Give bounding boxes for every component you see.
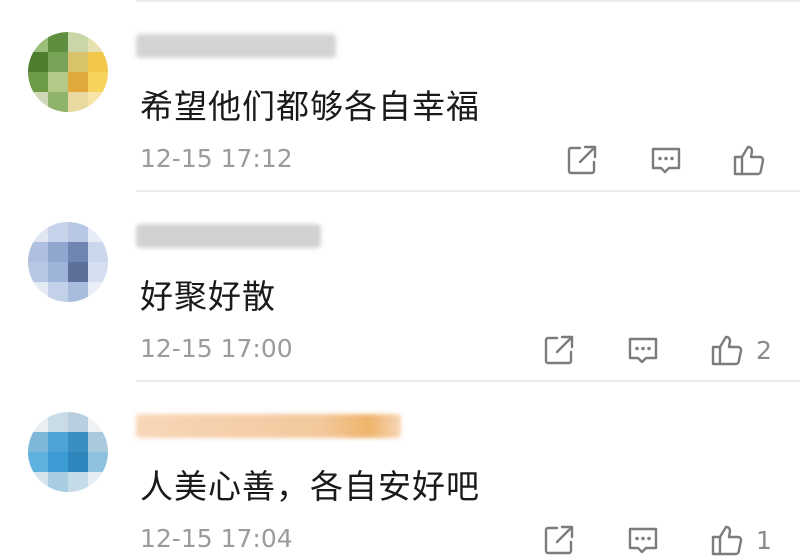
avatar-mosaic-block	[28, 92, 48, 112]
comment-time: 12-15 17:04	[140, 524, 293, 553]
comment-icon	[651, 147, 681, 174]
avatar-mosaic-block	[48, 72, 68, 92]
avatar-mosaic-block	[68, 262, 88, 282]
avatar-mosaic-block	[68, 32, 88, 52]
avatar-mosaic-block	[48, 432, 68, 452]
avatar-mosaic-block	[68, 282, 88, 302]
avatar-mosaic-block	[28, 282, 48, 302]
avatar-mosaic-block	[68, 72, 88, 92]
top-divider	[136, 0, 800, 2]
avatar-mosaic-block	[48, 412, 68, 432]
thumbs-up-icon	[711, 335, 743, 366]
avatar-mosaic-block	[28, 242, 48, 262]
avatar-mosaic-block	[88, 262, 108, 282]
like-count: 2	[756, 335, 772, 365]
avatar-mosaic-block	[68, 222, 88, 242]
avatar-mosaic-block	[88, 282, 108, 302]
avatar-mosaic-block	[28, 32, 48, 52]
share-icon	[567, 145, 597, 175]
avatar-mosaic-block	[68, 92, 88, 112]
comment-divider	[136, 190, 800, 192]
thumbs-up-icon	[733, 145, 765, 176]
username-blurred[interactable]	[136, 224, 321, 248]
avatar-mosaic-block	[48, 242, 68, 262]
comment-text: 人美心善，各自安好吧	[140, 467, 480, 506]
avatar-mosaic-block	[48, 92, 68, 112]
like-button[interactable]: 2	[708, 330, 772, 370]
reply-button[interactable]	[647, 140, 685, 180]
avatar-mosaic-block	[88, 432, 108, 452]
thumbs-up-icon	[711, 525, 743, 556]
share-icon	[544, 525, 574, 555]
avatar[interactable]	[28, 412, 108, 492]
avatar-mosaic-block	[68, 452, 88, 472]
avatar-mosaic-block	[28, 472, 48, 492]
username-blurred[interactable]	[136, 34, 336, 58]
avatar-mosaic-block	[88, 242, 108, 262]
reply-button[interactable]	[624, 330, 662, 370]
avatar-mosaic-block	[68, 52, 88, 72]
avatar-mosaic-block	[48, 472, 68, 492]
avatar[interactable]	[28, 32, 108, 112]
avatar-mosaic-block	[88, 32, 108, 52]
avatar-mosaic-block	[88, 472, 108, 492]
avatar-mosaic-block	[28, 222, 48, 242]
like-button[interactable]	[730, 140, 778, 180]
avatar-mosaic-block	[88, 72, 108, 92]
avatar-mosaic-block	[28, 412, 48, 432]
avatar-mosaic-block	[48, 282, 68, 302]
avatar-mosaic-block	[48, 32, 68, 52]
comment-text: 好聚好散	[140, 277, 276, 316]
avatar-mosaic-block	[48, 262, 68, 282]
comment-divider	[136, 380, 800, 382]
username-blurred[interactable]	[136, 414, 401, 438]
comment-icon	[628, 527, 658, 554]
avatar-mosaic-block	[88, 222, 108, 242]
avatar-mosaic-block	[28, 452, 48, 472]
comment-time: 12-15 17:12	[140, 144, 293, 173]
avatar-mosaic-block	[48, 52, 68, 72]
avatar-mosaic-block	[88, 52, 108, 72]
comment-text: 希望他们都够各自幸福	[140, 87, 480, 126]
reply-button[interactable]	[624, 520, 662, 559]
comment-item: 好聚好散 12-15 17:00 2	[0, 194, 800, 384]
comment-item: 人美心善，各自安好吧 12-15 17:04 1	[0, 384, 800, 559]
avatar-mosaic-block	[88, 92, 108, 112]
comment-list: 希望他们都够各自幸福 12-15 17:12 好聚好散 12-15 17:00 …	[0, 0, 800, 559]
share-button[interactable]	[540, 520, 578, 559]
share-icon	[544, 335, 574, 365]
avatar-mosaic-block	[48, 222, 68, 242]
comment-item: 希望他们都够各自幸福 12-15 17:12	[0, 4, 800, 194]
like-button[interactable]: 1	[708, 520, 772, 559]
avatar-mosaic-block	[88, 452, 108, 472]
avatar-mosaic-block	[28, 72, 48, 92]
avatar-mosaic-block	[68, 412, 88, 432]
avatar-mosaic-block	[28, 432, 48, 452]
like-count: 1	[756, 525, 772, 555]
avatar-mosaic-block	[28, 52, 48, 72]
comment-icon	[628, 337, 658, 364]
avatar-mosaic-block	[68, 432, 88, 452]
comment-time: 12-15 17:00	[140, 334, 293, 363]
avatar-mosaic-block	[68, 472, 88, 492]
avatar-mosaic-block	[68, 242, 88, 262]
share-button[interactable]	[563, 140, 601, 180]
share-button[interactable]	[540, 330, 578, 370]
avatar[interactable]	[28, 222, 108, 302]
avatar-mosaic-block	[28, 262, 48, 282]
avatar-mosaic-block	[48, 452, 68, 472]
avatar-mosaic-block	[88, 412, 108, 432]
